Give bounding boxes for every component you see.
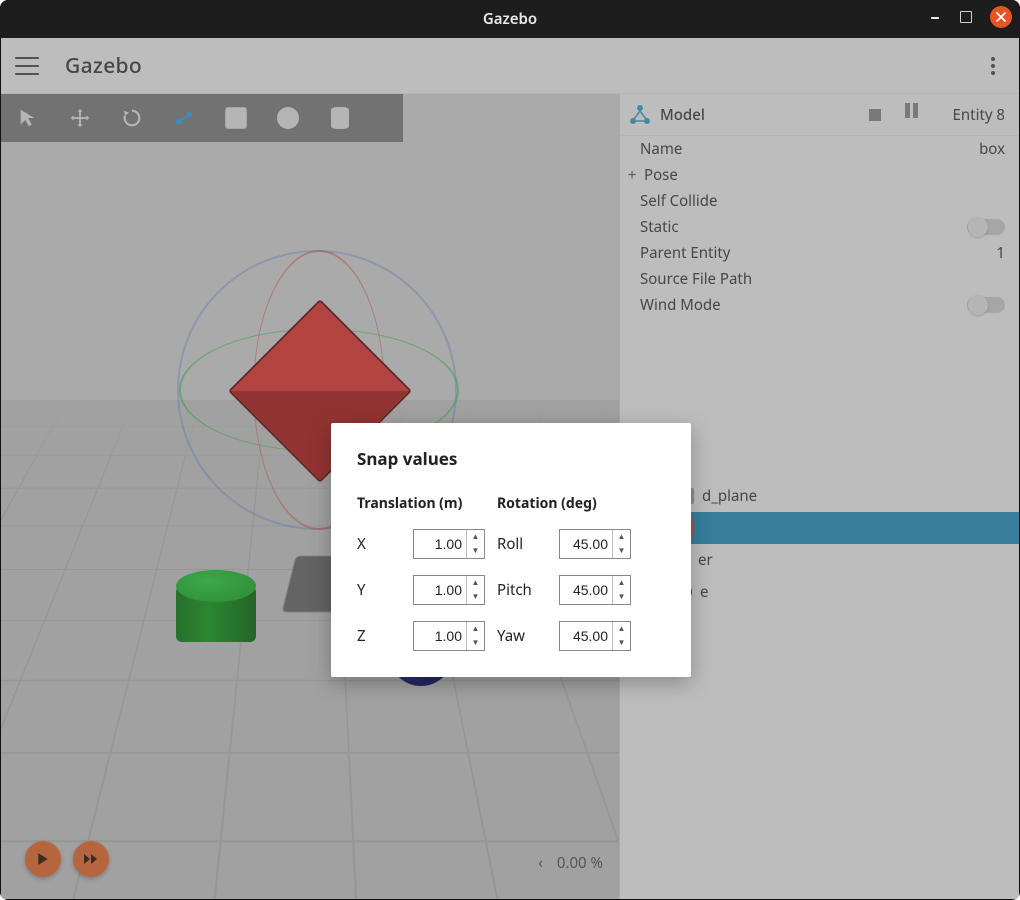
window-title: Gazebo bbox=[483, 9, 537, 29]
window-buttons: – bbox=[928, 6, 1012, 28]
play-button[interactable] bbox=[25, 841, 61, 877]
lock-icon[interactable] bbox=[869, 109, 881, 121]
rotation-pitch-input[interactable]: ▲▼ bbox=[559, 575, 631, 605]
menu-icon[interactable] bbox=[15, 57, 39, 75]
inspector-title: Model bbox=[660, 105, 705, 125]
translation-x-input[interactable]: ▲▼ bbox=[413, 529, 485, 559]
overflow-menu-icon[interactable] bbox=[981, 54, 1005, 78]
rotation-roll-input[interactable]: ▲▼ bbox=[559, 529, 631, 559]
prop-wind-mode-label: Wind Mode bbox=[640, 295, 721, 315]
expand-icon[interactable]: + bbox=[626, 165, 638, 185]
prop-wind-mode: Wind Mode bbox=[640, 292, 1005, 318]
link-icon bbox=[173, 107, 195, 129]
prop-name-value: box bbox=[979, 139, 1005, 159]
translation-z-value[interactable] bbox=[414, 622, 466, 650]
pause-icon[interactable] bbox=[905, 103, 929, 127]
prop-parent-entity-value: 1 bbox=[996, 243, 1005, 263]
close-icon bbox=[995, 11, 1007, 23]
step-down-icon[interactable]: ▼ bbox=[467, 636, 484, 650]
translation-x-value[interactable] bbox=[414, 530, 466, 558]
rotate-icon bbox=[121, 107, 143, 129]
wind-mode-toggle[interactable] bbox=[967, 297, 1005, 313]
step-down-icon[interactable]: ▼ bbox=[613, 590, 630, 604]
progress-value: 0.00 % bbox=[557, 853, 603, 873]
manipulation-toolbar bbox=[1, 94, 403, 142]
step-up-icon[interactable]: ▲ bbox=[613, 576, 630, 590]
translation-header: Translation (m) bbox=[357, 494, 485, 513]
rotation-yaw-value[interactable] bbox=[560, 622, 612, 650]
step-up-icon[interactable]: ▲ bbox=[467, 622, 484, 636]
chevron-left-icon[interactable]: ‹ bbox=[538, 853, 543, 873]
x-label: X bbox=[357, 534, 401, 554]
tree-item-label: e bbox=[700, 582, 708, 602]
pointer-tool-button[interactable] bbox=[13, 103, 43, 133]
prop-self-collide-label: Self Collide bbox=[640, 191, 717, 211]
static-toggle[interactable] bbox=[967, 219, 1005, 235]
step-up-icon[interactable]: ▲ bbox=[613, 530, 630, 544]
app-area: Gazebo bbox=[0, 38, 1020, 900]
link-tool-button[interactable] bbox=[169, 103, 199, 133]
cylinder-primitive-button[interactable] bbox=[325, 103, 355, 133]
translate-tool-button[interactable] bbox=[65, 103, 95, 133]
progress-label: ‹ 0.00 % bbox=[538, 853, 603, 873]
prop-static: Static bbox=[640, 214, 1005, 240]
prop-name: Name box bbox=[640, 136, 1005, 162]
box-primitive-button[interactable] bbox=[221, 103, 251, 133]
play-icon bbox=[36, 852, 50, 866]
sphere-primitive-button[interactable] bbox=[273, 103, 303, 133]
rotation-yaw-input[interactable]: ▲▼ bbox=[559, 621, 631, 651]
sphere-icon bbox=[277, 107, 299, 129]
step-up-icon[interactable]: ▲ bbox=[467, 530, 484, 544]
prop-pose[interactable]: +Pose bbox=[640, 162, 1005, 188]
prop-parent-entity: Parent Entity 1 bbox=[640, 240, 1005, 266]
model-icon bbox=[628, 103, 652, 127]
translation-y-value[interactable] bbox=[414, 576, 466, 604]
prop-pose-label: Pose bbox=[644, 165, 678, 185]
window-minimize-button[interactable]: – bbox=[928, 10, 942, 24]
step-down-icon[interactable]: ▼ bbox=[613, 636, 630, 650]
step-down-icon[interactable]: ▼ bbox=[467, 590, 484, 604]
dialog-title: Snap values bbox=[357, 447, 665, 470]
step-down-icon[interactable]: ▼ bbox=[467, 544, 484, 558]
pointer-icon bbox=[17, 107, 39, 129]
translate-icon bbox=[69, 107, 91, 129]
z-label: Z bbox=[357, 626, 401, 646]
window-close-button[interactable] bbox=[990, 6, 1012, 28]
window-maximize-button[interactable] bbox=[960, 11, 972, 23]
inspector-header: Model Entity 8 bbox=[620, 94, 1019, 136]
rotate-tool-button[interactable] bbox=[117, 103, 147, 133]
fast-forward-button[interactable] bbox=[73, 841, 109, 877]
prop-static-label: Static bbox=[640, 217, 679, 237]
step-up-icon[interactable]: ▲ bbox=[467, 576, 484, 590]
app-toolbar: Gazebo bbox=[1, 38, 1019, 94]
prop-self-collide: Self Collide bbox=[640, 188, 1005, 214]
app-title: Gazebo bbox=[65, 52, 142, 80]
roll-label: Roll bbox=[497, 534, 547, 554]
window-titlebar: Gazebo – bbox=[0, 0, 1020, 38]
object-cylinder-green[interactable] bbox=[176, 586, 256, 664]
tree-item-label: d_plane bbox=[702, 486, 757, 506]
window-frame: Gazebo – Gazebo bbox=[0, 0, 1020, 900]
entity-id: Entity 8 bbox=[953, 105, 1005, 125]
translation-y-input[interactable]: ▲▼ bbox=[413, 575, 485, 605]
inspector-properties: Name box +Pose Self Collide Static bbox=[620, 136, 1019, 318]
prop-parent-entity-label: Parent Entity bbox=[640, 243, 730, 263]
rotation-pitch-value[interactable] bbox=[560, 576, 612, 604]
yaw-label: Yaw bbox=[497, 626, 547, 646]
fast-forward-icon bbox=[83, 853, 99, 865]
step-down-icon[interactable]: ▼ bbox=[613, 544, 630, 558]
prop-source-file-label: Source File Path bbox=[640, 269, 752, 289]
pitch-label: Pitch bbox=[497, 580, 547, 600]
prop-source-file: Source File Path bbox=[640, 266, 1005, 292]
prop-name-label: Name bbox=[640, 139, 682, 159]
cylinder-icon bbox=[331, 107, 349, 129]
y-label: Y bbox=[357, 580, 401, 600]
rotation-roll-value[interactable] bbox=[560, 530, 612, 558]
rotation-header: Rotation (deg) bbox=[497, 494, 631, 513]
translation-z-input[interactable]: ▲▼ bbox=[413, 621, 485, 651]
step-up-icon[interactable]: ▲ bbox=[613, 622, 630, 636]
snap-values-dialog: Snap values Translation (m) Rotation (de… bbox=[331, 423, 691, 677]
box-icon bbox=[225, 107, 247, 129]
tree-item-label: er bbox=[698, 550, 713, 570]
